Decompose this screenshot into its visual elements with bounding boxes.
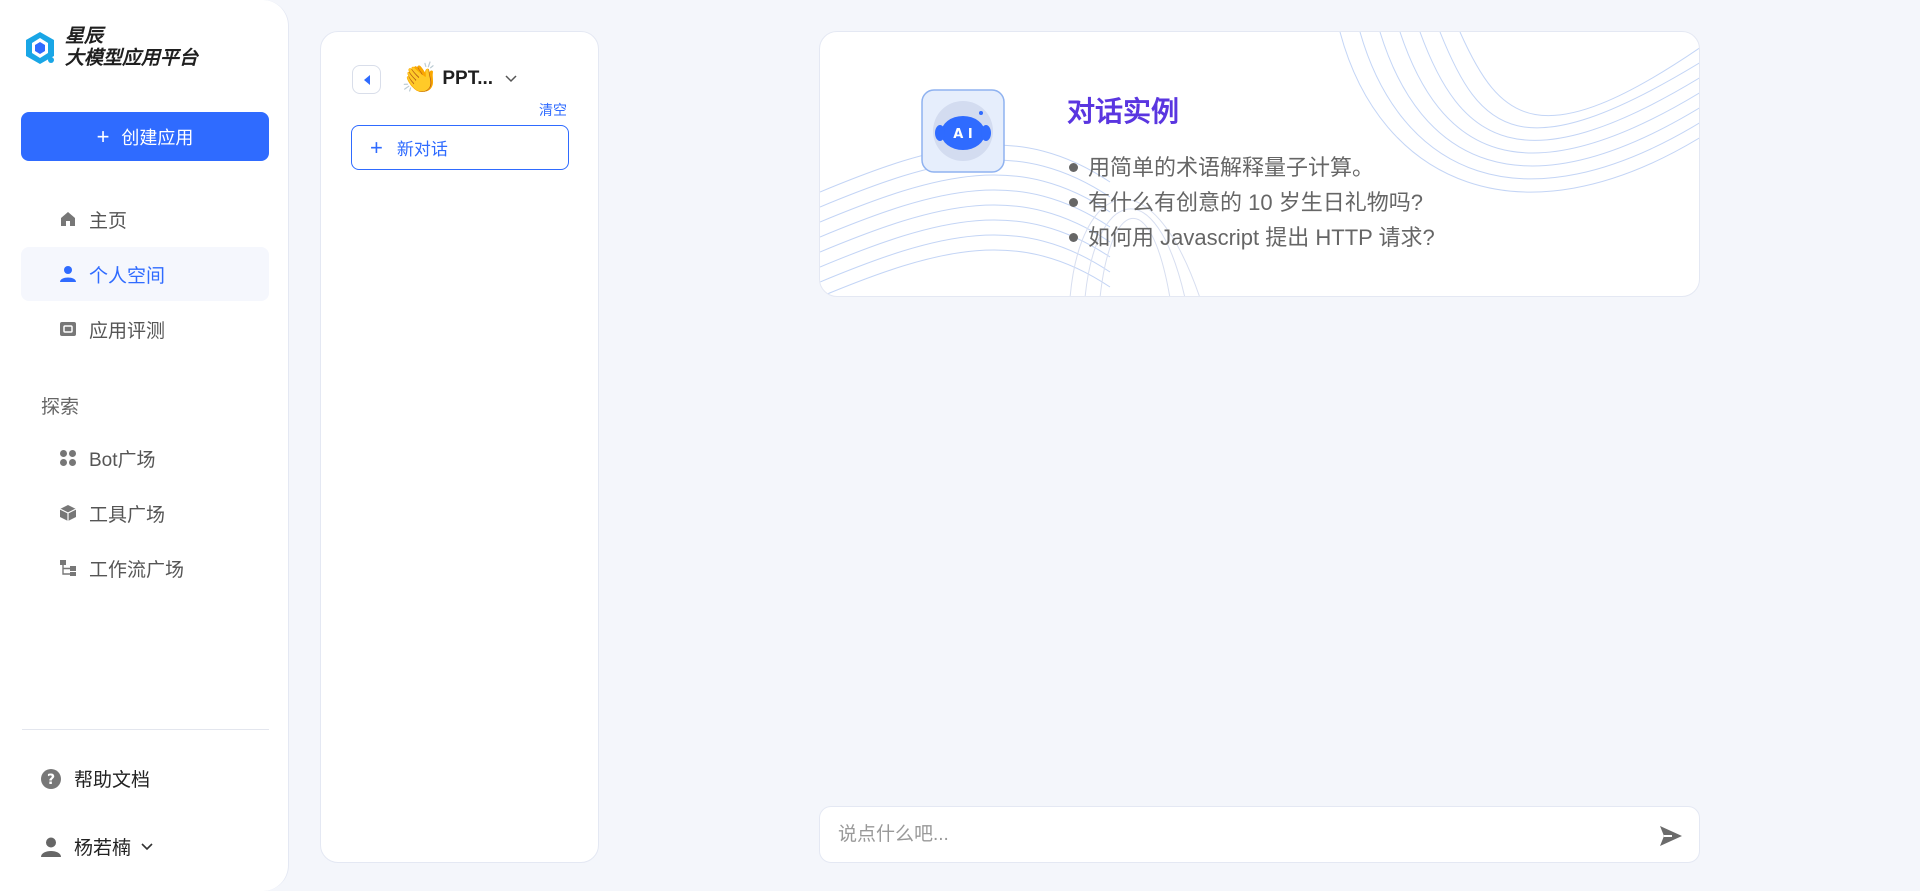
brand-logo-icon <box>26 32 54 64</box>
sidebar-item-personal-space[interactable]: 个人空间 <box>21 247 269 301</box>
sidebar-item-label: 工作流广场 <box>89 559 185 581</box>
example-text: 有什么有创意的 10 岁生日礼物吗? <box>1088 190 1423 215</box>
brand-name: 星辰 大模型应用平台 <box>65 26 198 70</box>
plus-icon: + <box>370 134 383 160</box>
sidebar-item-workflow-square[interactable]: 工作流广场 <box>21 541 269 595</box>
caret-left-icon <box>363 74 370 85</box>
example-text: 用简单的术语解释量子计算。 <box>1088 155 1375 180</box>
bullet-icon <box>1069 198 1078 207</box>
collapse-panel-button[interactable] <box>352 65 381 94</box>
sidebar-item-label: 工具广场 <box>89 504 166 526</box>
sidebar: 星辰 大模型应用平台 + 创建应用 主页 个人空间 应用评测 探索 Bot广场 <box>0 0 289 891</box>
example-item[interactable]: 用简单的术语解释量子计算。 <box>1067 150 1435 185</box>
svg-text:A I: A I <box>953 127 972 142</box>
ai-robot-icon: A I <box>921 89 1005 173</box>
user-menu[interactable]: 杨若楠 <box>40 833 153 860</box>
sidebar-item-label: 主页 <box>89 210 128 232</box>
sidebar-item-bot-square[interactable]: Bot广场 <box>21 431 269 485</box>
conversation-panel: 👏 PPT... 清空 + 新对话 <box>320 31 599 863</box>
explore-section-label: 探索 <box>41 397 80 418</box>
sidebar-item-label: 应用评测 <box>89 320 166 342</box>
send-icon[interactable] <box>1658 823 1684 849</box>
example-item[interactable]: 如何用 Javascript 提出 HTTP 请求? <box>1067 220 1435 255</box>
help-docs-link[interactable]: ? 帮助文档 <box>40 765 150 792</box>
examples-title: 对话实例 <box>1067 96 1180 127</box>
home-icon <box>59 210 77 228</box>
message-input-bar <box>819 806 1700 863</box>
brand[interactable]: 星辰 大模型应用平台 <box>22 24 198 72</box>
create-app-label: 创建应用 <box>121 127 194 148</box>
examples-list: 用简单的术语解释量子计算。 有什么有创意的 10 岁生日礼物吗? 如何用 Jav… <box>1067 150 1435 255</box>
clear-button[interactable]: 清空 <box>539 100 567 120</box>
sidebar-item-label: Bot广场 <box>89 449 156 471</box>
svg-text:?: ? <box>47 772 55 788</box>
new-chat-button[interactable]: + 新对话 <box>351 125 569 170</box>
sidebar-item-home[interactable]: 主页 <box>21 192 269 246</box>
question-icon: ? <box>40 768 62 790</box>
user-icon <box>59 265 77 283</box>
brand-line-1: 星辰 <box>65 26 104 47</box>
bullet-icon <box>1069 163 1078 172</box>
bot-name: PPT... <box>442 68 494 89</box>
brand-line-2: 大模型应用平台 <box>65 48 199 69</box>
evaluate-icon <box>59 320 77 338</box>
sidebar-item-label: 个人空间 <box>89 265 166 287</box>
new-chat-label: 新对话 <box>396 140 448 159</box>
bot-emoji-icon: 👏 <box>401 62 439 95</box>
sidebar-divider <box>22 729 269 730</box>
create-app-button[interactable]: + 创建应用 <box>21 112 269 161</box>
help-docs-label: 帮助文档 <box>74 770 151 791</box>
sidebar-item-app-evaluation[interactable]: 应用评测 <box>21 302 269 356</box>
workflow-icon <box>59 559 77 577</box>
example-text: 如何用 Javascript 提出 HTTP 请求? <box>1088 225 1435 250</box>
plus-icon: + <box>96 123 110 149</box>
message-input[interactable] <box>838 819 1628 851</box>
grid-icon <box>59 449 77 467</box>
chevron-down-icon <box>505 75 517 83</box>
sidebar-item-tool-square[interactable]: 工具广场 <box>21 486 269 540</box>
cube-icon <box>59 504 77 522</box>
user-name: 杨若楠 <box>74 838 132 859</box>
bullet-icon <box>1069 233 1078 242</box>
avatar-icon <box>40 836 62 858</box>
example-item[interactable]: 有什么有创意的 10 岁生日礼物吗? <box>1067 185 1435 220</box>
chevron-down-icon <box>141 842 153 851</box>
bot-selector[interactable]: 👏 PPT... <box>401 61 517 97</box>
example-card: A I 对话实例 用简单的术语解释量子计算。 有什么有创意的 10 岁生日礼物吗… <box>819 31 1700 297</box>
